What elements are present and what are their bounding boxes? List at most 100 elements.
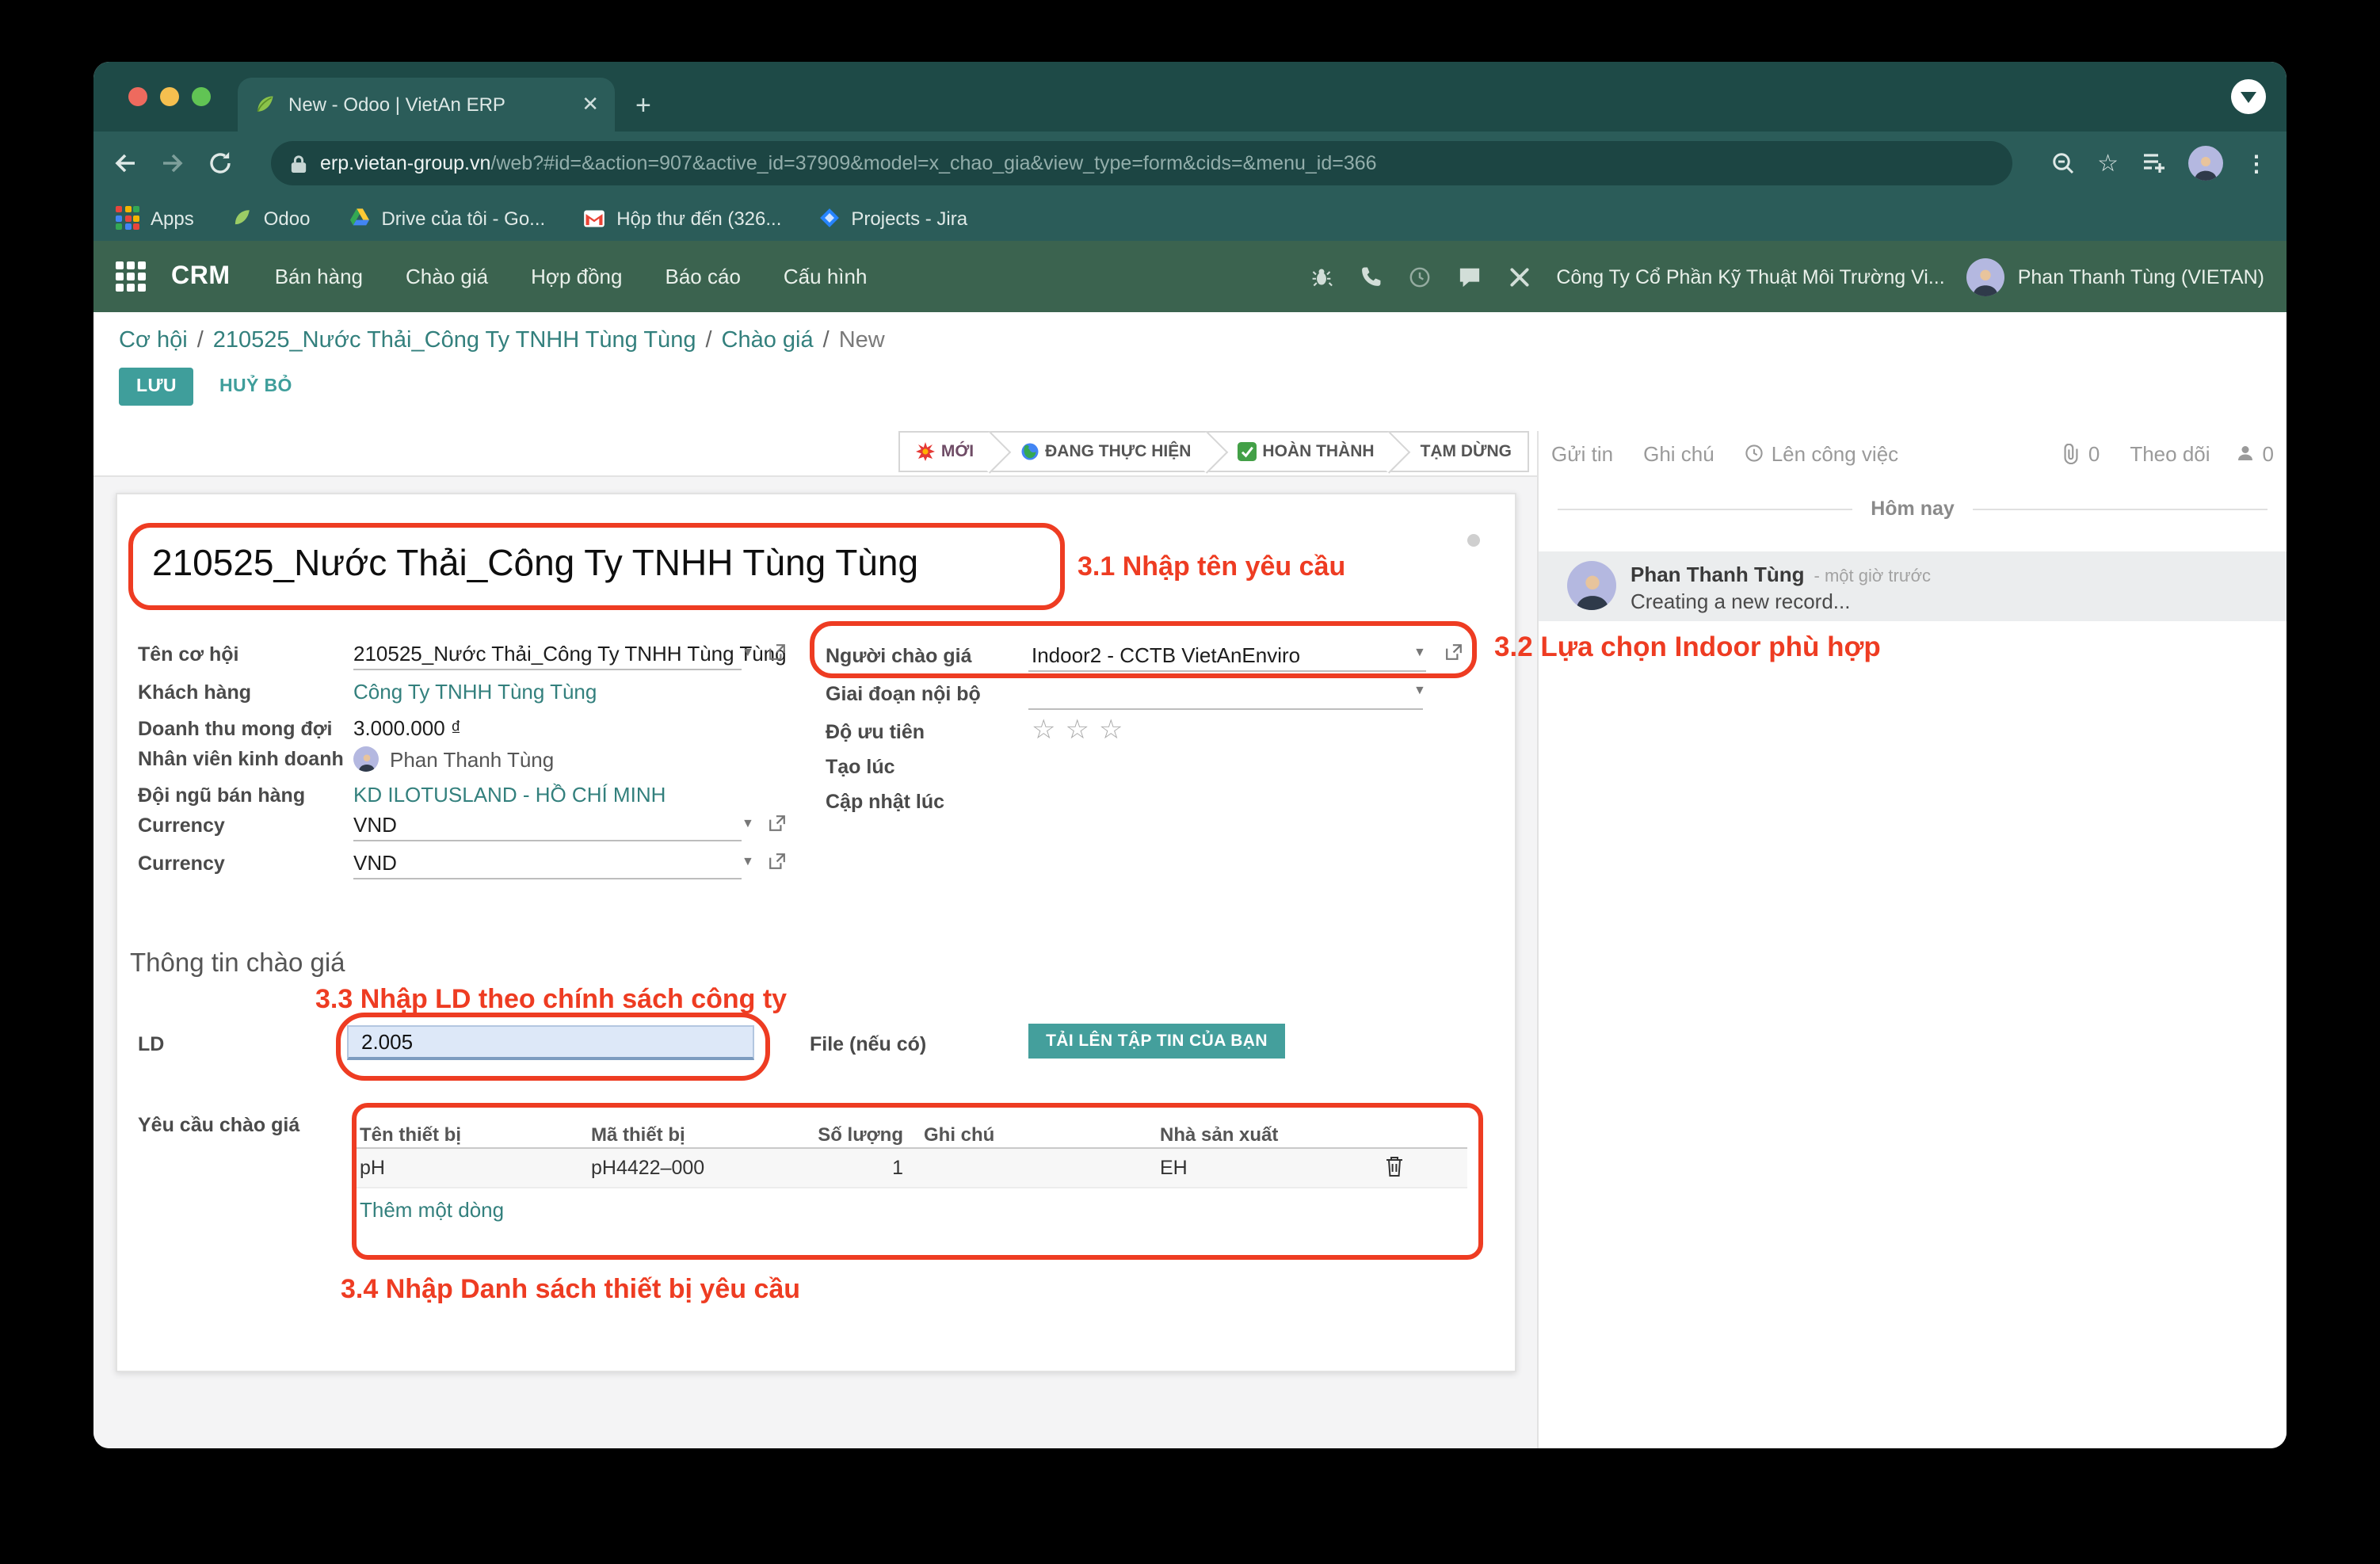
status-step-tam-dung[interactable]: TẠM DỪNG	[1390, 431, 1529, 472]
schedule-activity-button[interactable]: Lên công việc	[1745, 441, 1898, 465]
col-header-ten-thiet-bi[interactable]: Tên thiết bị	[360, 1123, 461, 1146]
bookmark-drive[interactable]: Drive của tôi - Go...	[348, 207, 545, 229]
reload-button[interactable]	[208, 151, 233, 176]
back-button[interactable]	[113, 151, 138, 176]
status-step-dang-thuc-hien[interactable]: ĐANG THỰC HIỆN	[990, 431, 1207, 472]
tab-close-icon[interactable]: ✕	[582, 92, 599, 117]
breadcrumb-co-hoi[interactable]: Cơ hội	[119, 328, 188, 353]
field-label: Người chào giá	[826, 645, 1032, 667]
external-link-icon[interactable]	[769, 853, 786, 870]
discard-button[interactable]: HUỶ BỎ	[219, 377, 292, 396]
phone-icon[interactable]	[1360, 265, 1382, 288]
save-button[interactable]: LƯU	[119, 368, 194, 406]
url-path: /web?#id=&action=907&active_id=37909&mod…	[490, 152, 1376, 174]
cell-so-luong[interactable]: 1	[788, 1157, 903, 1179]
user-avatar[interactable]	[1967, 257, 2005, 296]
ld-input[interactable]: 2.005	[347, 1025, 754, 1060]
gmail-icon	[583, 208, 605, 227]
col-header-ma-thiet-bi[interactable]: Mã thiết bị	[591, 1123, 685, 1146]
cell-ma-thiet-bi[interactable]: pH4422–000	[591, 1157, 704, 1179]
currency-1-input[interactable]: VND	[353, 813, 397, 837]
odoo-leaf-favicon	[254, 93, 276, 116]
apps-menu-icon[interactable]	[116, 261, 146, 292]
field-label: Đội ngũ bán hàng	[138, 784, 353, 807]
col-header-nha-san-xuat[interactable]: Nhà sản xuất	[1160, 1123, 1278, 1146]
window-minimize-button[interactable]	[160, 87, 179, 106]
activity-clock-icon[interactable]	[1409, 265, 1431, 288]
send-message-button[interactable]: Gửi tin	[1551, 441, 1613, 465]
ten-co-hoi-input[interactable]: 210525_Nước Thải_Công Ty TNHH Tùng Tùng	[353, 642, 787, 666]
field-row-cap-nhat-luc: Cập nhật lúc	[826, 788, 1032, 816]
form-pane: MỚI ĐANG THỰC HIỆN HOÀN THÀNH TẠM DỪNG 2…	[93, 431, 1537, 1448]
delete-row-trash-icon[interactable]	[1385, 1155, 1404, 1177]
forward-button[interactable]	[160, 151, 185, 176]
new-tab-button[interactable]: +	[635, 92, 651, 119]
breadcrumb-chao-gia[interactable]: Chào giá	[722, 328, 814, 353]
external-link-icon[interactable]	[769, 814, 786, 832]
address-bar[interactable]: erp.vietan-group.vn/web?#id=&action=907&…	[271, 141, 2012, 185]
table-row[interactable]	[357, 1149, 1467, 1188]
currency-2-input[interactable]: VND	[353, 851, 397, 875]
table-label: Yêu cầu chào giá	[138, 1114, 299, 1136]
window-close-button[interactable]	[128, 87, 147, 106]
field-row-ten-co-hoi: Tên cơ hội210525_Nước Thải_Công Ty TNHH …	[138, 640, 787, 669]
menu-ban-hang[interactable]: Bán hàng	[275, 265, 363, 288]
odoo-leaf-icon	[232, 208, 253, 228]
record-title-input[interactable]: 210525_Nước Thải_Công Ty TNHH Tùng Tùng	[152, 542, 918, 585]
bookmark-gmail[interactable]: Hộp thư đến (326...	[583, 207, 781, 229]
menu-cau-hinh[interactable]: Cấu hình	[784, 265, 868, 288]
status-step-hoan-thanh[interactable]: HOÀN THÀNH	[1207, 431, 1390, 472]
bookmark-apps[interactable]: Apps	[116, 206, 194, 230]
cell-nha-san-xuat[interactable]: EH	[1160, 1157, 1188, 1179]
external-link-icon[interactable]	[769, 643, 786, 661]
reading-list-icon[interactable]	[2141, 151, 2166, 176]
user-menu[interactable]: Phan Thanh Tùng (VIETAN)	[2018, 265, 2264, 288]
cell-ten-thiet-bi[interactable]: pH	[360, 1157, 385, 1179]
tab-search-button[interactable]	[2231, 79, 2266, 114]
upload-file-button[interactable]: TẢI LÊN TẬP TIN CỦA BẠN	[1028, 1024, 1285, 1059]
chatter-message[interactable]: Phan Thanh Tùng- một giờ trước Creating …	[1539, 551, 2287, 621]
bookmark-star-icon[interactable]: ☆	[2097, 149, 2119, 177]
app-name[interactable]: CRM	[171, 262, 231, 291]
menu-hop-dong[interactable]: Hợp đồng	[531, 265, 622, 288]
status-step-moi[interactable]: MỚI	[898, 431, 990, 472]
url-host: erp.vietan-group.vn	[320, 152, 490, 174]
browser-menu-icon[interactable]: ⋮	[2245, 150, 2267, 177]
browser-tab[interactable]: New - Odoo | VietAn ERP ✕	[238, 78, 615, 132]
dropdown-caret-icon[interactable]: ▼	[1413, 683, 1426, 697]
breadcrumb-opportunity[interactable]: 210525_Nước Thải_Công Ty TNHH Tùng Tùng	[213, 328, 696, 353]
priority-stars[interactable]: ☆☆☆	[1032, 715, 1132, 745]
dropdown-caret-icon[interactable]: ▼	[742, 854, 754, 868]
khach-hang-link[interactable]: Công Ty TNHH Tùng Tùng	[353, 680, 597, 704]
add-line-link[interactable]: Thêm một dòng	[360, 1198, 504, 1222]
bookmark-jira[interactable]: Projects - Jira	[819, 207, 967, 229]
menu-bao-cao[interactable]: Báo cáo	[666, 265, 741, 288]
col-header-ghi-chu[interactable]: Ghi chú	[924, 1123, 994, 1146]
follow-button[interactable]: Theo dõi	[2130, 441, 2210, 465]
field-row-giai-doan: Giai đoạn nội bộ	[826, 680, 1032, 708]
debug-bug-icon[interactable]	[1310, 265, 1333, 288]
dropdown-caret-icon[interactable]: ▼	[742, 645, 754, 659]
followers-button[interactable]: 0	[2236, 441, 2274, 465]
doi-ngu-link[interactable]: KD ILOTUSLAND - HỒ CHÍ MINH	[353, 783, 666, 807]
chatter-pane: Gửi tin Ghi chú Lên công việc 0 Theo dõi…	[1537, 431, 2287, 1448]
col-header-so-luong[interactable]: Số lượng	[788, 1123, 903, 1146]
menu-chao-gia[interactable]: Chào giá	[406, 265, 488, 288]
tools-icon[interactable]	[1508, 265, 1531, 288]
zoom-out-icon[interactable]	[2050, 151, 2075, 176]
bookmark-odoo[interactable]: Odoo	[232, 207, 311, 229]
annotation-3-2: 3.2 Lựa chọn Indoor phù hợp	[1494, 631, 1881, 664]
log-note-button[interactable]: Ghi chú	[1643, 441, 1714, 465]
nguoi-chao-gia-input[interactable]: Indoor2 - CCTB VietAnEnviro	[1032, 643, 1300, 667]
browser-profile-avatar[interactable]	[2188, 146, 2223, 181]
dropdown-caret-icon[interactable]: ▼	[742, 816, 754, 830]
attachments-button[interactable]: 0	[2062, 441, 2100, 465]
message-author[interactable]: Phan Thanh Tùng- một giờ trước	[1631, 563, 1931, 586]
external-link-icon[interactable]	[1445, 643, 1463, 661]
window-zoom-button[interactable]	[192, 87, 211, 106]
dropdown-caret-icon[interactable]: ▼	[1413, 645, 1426, 659]
input-underline	[353, 667, 742, 670]
messages-icon[interactable]	[1458, 265, 1482, 288]
company-switcher[interactable]: Công Ty Cổ Phần Kỹ Thuật Môi Trường Vi..…	[1556, 265, 1944, 288]
nhan-vien-value[interactable]: Phan Thanh Tùng	[390, 747, 554, 771]
